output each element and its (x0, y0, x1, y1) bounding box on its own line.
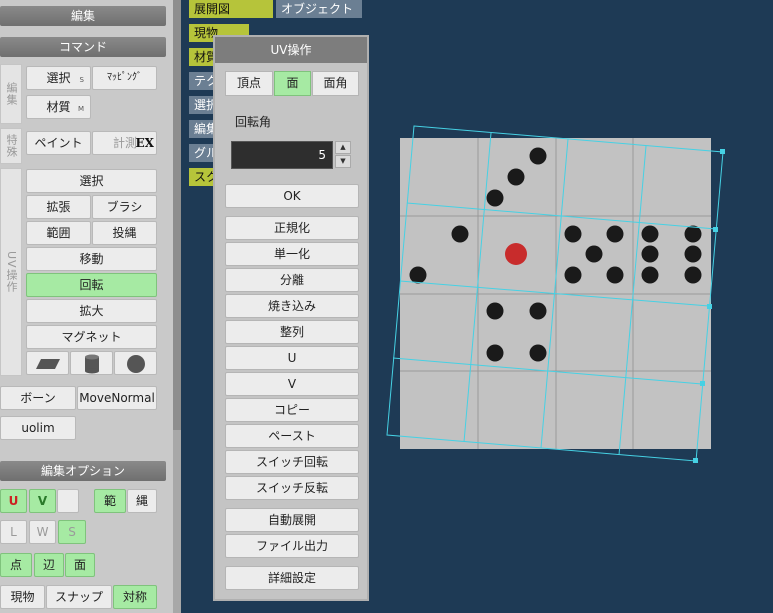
paste-button[interactable]: ペースト (225, 424, 359, 448)
detail-settings-button[interactable]: 詳細設定 (225, 566, 359, 590)
spin-up-icon[interactable]: ▲ (335, 141, 351, 154)
ok-button[interactable]: OK (225, 184, 359, 208)
copy-button[interactable]: コピー (225, 398, 359, 422)
rotation-input[interactable]: 5 (231, 141, 333, 169)
switch-flip-button[interactable]: スイッチ反転 (225, 476, 359, 500)
split-button[interactable]: 分離 (225, 268, 359, 292)
switch-rotate-button[interactable]: スイッチ回転 (225, 450, 359, 474)
unify-button[interactable]: 単一化 (225, 242, 359, 266)
u-button[interactable]: U (225, 346, 359, 370)
auto-unfold-button[interactable]: 自動展開 (225, 508, 359, 532)
rotation-label: 回転角 (235, 115, 272, 129)
uv-canvas[interactable] (0, 0, 773, 613)
segment-face[interactable]: 面 (274, 71, 311, 96)
v-button[interactable]: V (225, 372, 359, 396)
bake-button[interactable]: 焼き込み (225, 294, 359, 318)
align-button[interactable]: 整列 (225, 320, 359, 344)
file-output-button[interactable]: ファイル出力 (225, 534, 359, 558)
segment-vertex[interactable]: 頂点 (225, 71, 273, 96)
red-dot (505, 243, 527, 265)
dialog-title[interactable]: UV操作 (215, 37, 367, 63)
normalize-button[interactable]: 正規化 (225, 216, 359, 240)
spin-down-icon[interactable]: ▼ (335, 155, 351, 168)
segment-face-corner[interactable]: 面角 (312, 71, 359, 96)
uv-operation-dialog: UV操作 頂点 面 面角 回転角 5 ▲ ▼ OK 正規化 単一化 分離 焼き込み 整列… (213, 35, 369, 601)
